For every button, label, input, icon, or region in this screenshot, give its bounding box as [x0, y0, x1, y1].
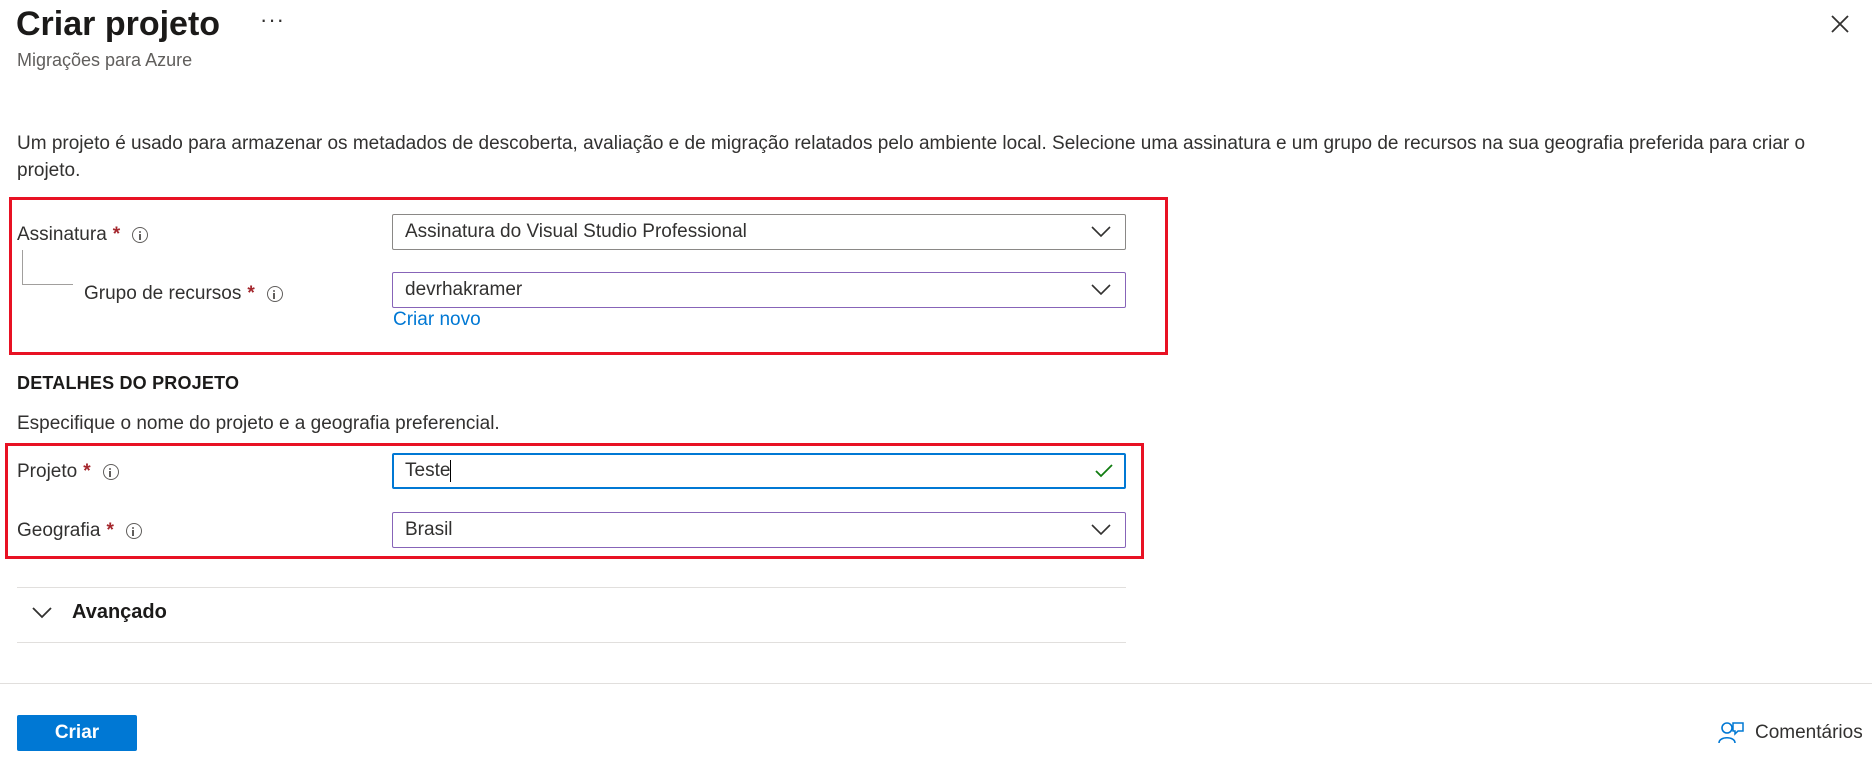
project-label: Projeto *: [17, 460, 119, 484]
subscription-value: Assinatura do Visual Studio Professional: [405, 221, 747, 242]
feedback-button[interactable]: Comentários: [1717, 719, 1863, 747]
more-options-button[interactable]: ···: [260, 8, 285, 32]
project-details-heading: DETALHES DO PROJETO: [17, 373, 240, 393]
subscription-dropdown[interactable]: Assinatura do Visual Studio Professional: [392, 214, 1126, 250]
resource-group-value: devrhakramer: [405, 279, 523, 300]
chevron-down-icon: [1091, 226, 1111, 238]
required-mark: *: [112, 224, 121, 245]
advanced-expander[interactable]: Avançado: [32, 601, 167, 624]
close-icon: [1831, 15, 1849, 33]
create-new-resource-group-link[interactable]: Criar novo: [393, 308, 481, 332]
geography-value: Brasil: [405, 519, 453, 540]
resource-group-label: Grupo de recursos *: [84, 282, 283, 306]
ellipsis-icon: ···: [260, 7, 285, 32]
close-button[interactable]: [1826, 10, 1854, 38]
info-icon[interactable]: [125, 523, 142, 539]
chevron-down-icon: [1091, 524, 1111, 536]
project-name-value: Teste: [405, 460, 451, 481]
subscription-label: Assinatura *: [17, 223, 149, 247]
advanced-label: Avançado: [72, 601, 167, 623]
text-cursor: [450, 459, 452, 482]
divider: [17, 587, 1126, 588]
project-name-input[interactable]: Teste: [392, 453, 1126, 489]
page-description: Um projeto é usado para armazenar os met…: [17, 133, 1806, 181]
create-button[interactable]: Criar: [17, 715, 137, 751]
resource-group-dropdown[interactable]: devrhakramer: [392, 272, 1126, 308]
geography-dropdown[interactable]: Brasil: [392, 512, 1126, 548]
required-mark: *: [247, 283, 255, 304]
project-details-description: Especifique o nome do projeto e a geogra…: [17, 413, 500, 434]
chevron-down-icon: [32, 606, 52, 618]
info-icon[interactable]: [102, 464, 119, 480]
page-subtitle: Migrações para Azure: [17, 50, 193, 70]
checkmark-icon: [1095, 464, 1113, 478]
required-mark: *: [106, 520, 114, 541]
geography-label: Geografia *: [17, 519, 142, 543]
divider: [17, 642, 1126, 643]
info-icon[interactable]: [266, 286, 283, 302]
feedback-label: Comentários: [1755, 722, 1863, 743]
required-mark: *: [83, 461, 91, 482]
feedback-icon: [1718, 722, 1744, 744]
hierarchy-connector: [22, 250, 73, 285]
footer-divider: [0, 683, 1872, 684]
info-icon[interactable]: [132, 227, 149, 243]
chevron-down-icon: [1091, 284, 1111, 296]
page-title: Criar projeto: [16, 5, 221, 43]
